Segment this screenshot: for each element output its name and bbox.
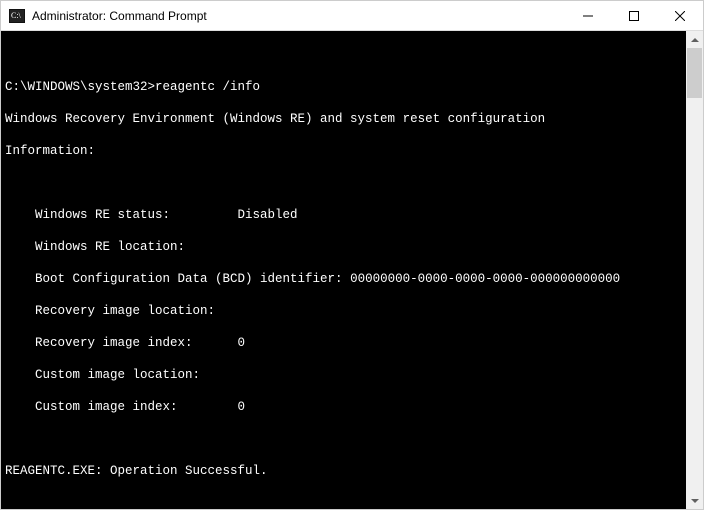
- output-line: Information:: [5, 143, 682, 159]
- field-label: Recovery image index:: [5, 336, 238, 350]
- field-value: 0: [238, 336, 246, 350]
- terminal-container: C:\WINDOWS\system32>reagentc /info Windo…: [1, 31, 703, 509]
- scroll-thumb[interactable]: [687, 48, 702, 98]
- scroll-up-button[interactable]: [686, 31, 703, 48]
- minimize-button[interactable]: [565, 1, 611, 30]
- window-controls: [565, 1, 703, 30]
- minimize-icon: [583, 11, 593, 21]
- prompt-path: C:\WINDOWS\system32>: [5, 80, 155, 94]
- app-icon: C:\: [9, 8, 25, 24]
- output-line: Windows Recovery Environment (Windows RE…: [5, 111, 682, 127]
- close-button[interactable]: [657, 1, 703, 30]
- vertical-scrollbar[interactable]: [686, 31, 703, 509]
- scroll-track[interactable]: [686, 48, 703, 492]
- svg-text:C:\: C:\: [11, 11, 22, 20]
- command-text: reagentc /info: [155, 80, 260, 94]
- field-label: Windows RE status:: [5, 208, 238, 222]
- field-value: Disabled: [238, 208, 298, 222]
- maximize-icon: [629, 11, 639, 21]
- field-label: Boot Configuration Data (BCD) identifier…: [5, 272, 350, 286]
- close-icon: [675, 11, 685, 21]
- terminal-output[interactable]: C:\WINDOWS\system32>reagentc /info Windo…: [1, 31, 686, 509]
- chevron-up-icon: [691, 38, 699, 42]
- output-line: REAGENTC.EXE: Operation Successful.: [5, 463, 682, 479]
- field-label: Custom image location:: [5, 367, 682, 383]
- field-label: Recovery image location:: [5, 303, 682, 319]
- window-title: Administrator: Command Prompt: [32, 9, 565, 23]
- scroll-down-button[interactable]: [686, 492, 703, 509]
- field-label: Windows RE location:: [5, 239, 682, 255]
- field-value: 00000000-0000-0000-0000-000000000000: [350, 272, 620, 286]
- command-prompt-window: C:\ Administrator: Command Prompt C:\WIN…: [0, 0, 704, 510]
- titlebar[interactable]: C:\ Administrator: Command Prompt: [1, 1, 703, 31]
- chevron-down-icon: [691, 499, 699, 503]
- maximize-button[interactable]: [611, 1, 657, 30]
- field-value: 0: [238, 400, 246, 414]
- field-label: Custom image index:: [5, 400, 238, 414]
